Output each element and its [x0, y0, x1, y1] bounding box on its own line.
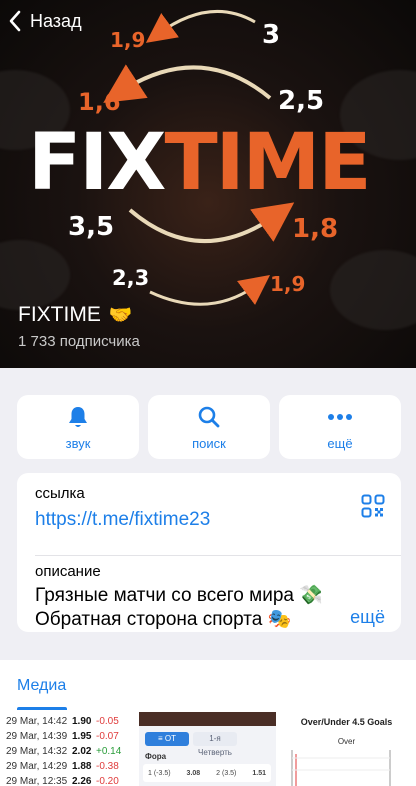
odds-label: 1,9 [270, 272, 306, 296]
media-thumbnail-over-under-chart[interactable]: Over/Under 4.5 Goals Over [278, 712, 415, 786]
divider [35, 555, 401, 556]
subscriber-count: 1 733 подписчика [18, 333, 140, 350]
thumbnail-title: Over/Under 4.5 Goals [300, 717, 393, 727]
table-row: 29 Mar, 12:35 2.26 -0.20 [6, 776, 119, 786]
odds-label: 3 [262, 20, 281, 50]
show-more-link[interactable]: ещё [350, 607, 385, 628]
more-label: ещё [327, 435, 353, 451]
channel-profile-screen: Назад 3 1,9 2,5 1,6 3,5 1,8 2,3 1,9 FIX T… [0, 0, 416, 786]
table-row: 29 Mar, 14:32 2.02 +0.14 [6, 746, 122, 757]
odds-label: 3,5 [68, 212, 115, 242]
description-line: Грязные матчи со всего мира 💸 [35, 585, 323, 606]
mini-chart-graphic [291, 750, 391, 786]
odds-label: 1,8 [292, 214, 339, 244]
tab-indicator [17, 707, 67, 710]
back-button[interactable]: Назад [8, 6, 82, 36]
market-row: 1 (-3.5) 3.08 2 (3.5) 1.51 [143, 764, 271, 782]
media-thumbnail-betting-app[interactable]: ≡ ОТ 1-я Четверть Фора 1 (-3.5) 3.08 2 (… [139, 712, 276, 786]
more-button[interactable]: ещё [279, 395, 401, 459]
description-label: описание [35, 563, 101, 580]
odds-label: 2,5 [278, 86, 325, 116]
search-label: поиск [192, 435, 226, 451]
search-button[interactable]: поиск [148, 395, 270, 459]
chevron-left-icon [9, 10, 21, 32]
back-label: Назад [30, 10, 82, 31]
channel-name-text: FIXTIME [18, 303, 101, 326]
description-line: Обратная сторона спорта 🎭 [35, 609, 292, 630]
media-thumbnail-odds-table[interactable]: 29 Mar, 14:42 1.90 -0.05 29 Mar, 14:39 1.95… [0, 712, 137, 786]
search-icon [196, 404, 222, 430]
table-row: 29 Mar, 14:39 1.95 -0.07 [6, 731, 119, 742]
logo-part-time: TIME [164, 118, 371, 208]
tab-media[interactable]: Медиа [17, 677, 66, 695]
handshake-emoji: 🤝 [108, 305, 133, 326]
period-tab: 1-я Четверть [193, 732, 237, 757]
media-tabs: Медиа [0, 660, 416, 712]
more-dots-icon [327, 404, 353, 430]
link-row: ссылка https://t.me/fixtime23 [35, 485, 385, 545]
mute-label: звук [65, 435, 91, 451]
channel-info-card: ссылка https://t.me/fixtime23 описание Г… [17, 473, 401, 632]
period-tabs: ≡ ОТ 1-я Четверть [145, 732, 237, 757]
odds-label: 2,3 [112, 266, 150, 290]
media-grid: 29 Mar, 14:42 1.90 -0.05 29 Mar, 14:39 1.95… [0, 712, 416, 786]
channel-name: FIXTIME 🤝 [18, 303, 133, 327]
logo-part-fix: FIX [28, 118, 166, 208]
qr-code-icon[interactable] [361, 494, 385, 518]
channel-cover: Назад 3 1,9 2,5 1,6 3,5 1,8 2,3 1,9 FIX T… [0, 0, 416, 368]
channel-link[interactable]: https://t.me/fixtime23 [35, 509, 210, 531]
odds-label: 1,6 [78, 88, 121, 116]
bell-icon [65, 404, 91, 430]
app-header [139, 712, 276, 726]
market-label: Фора [145, 752, 167, 761]
period-tab: ≡ ОТ [145, 732, 189, 746]
description-row: описание Грязные матчи со всего мира 💸 О… [35, 563, 385, 632]
mute-button[interactable]: звук [17, 395, 139, 459]
thumbnail-subtitle: Over [337, 737, 356, 746]
fixtime-logo: FIX TIME [28, 118, 372, 208]
table-row: 29 Mar, 14:42 1.90 -0.05 [6, 716, 119, 727]
table-row: 29 Mar, 14:29 1.88 -0.38 [6, 761, 119, 772]
action-buttons: звук поиск ещё [17, 395, 401, 459]
link-label: ссылка [35, 485, 85, 502]
odds-label: 1,9 [110, 28, 146, 52]
